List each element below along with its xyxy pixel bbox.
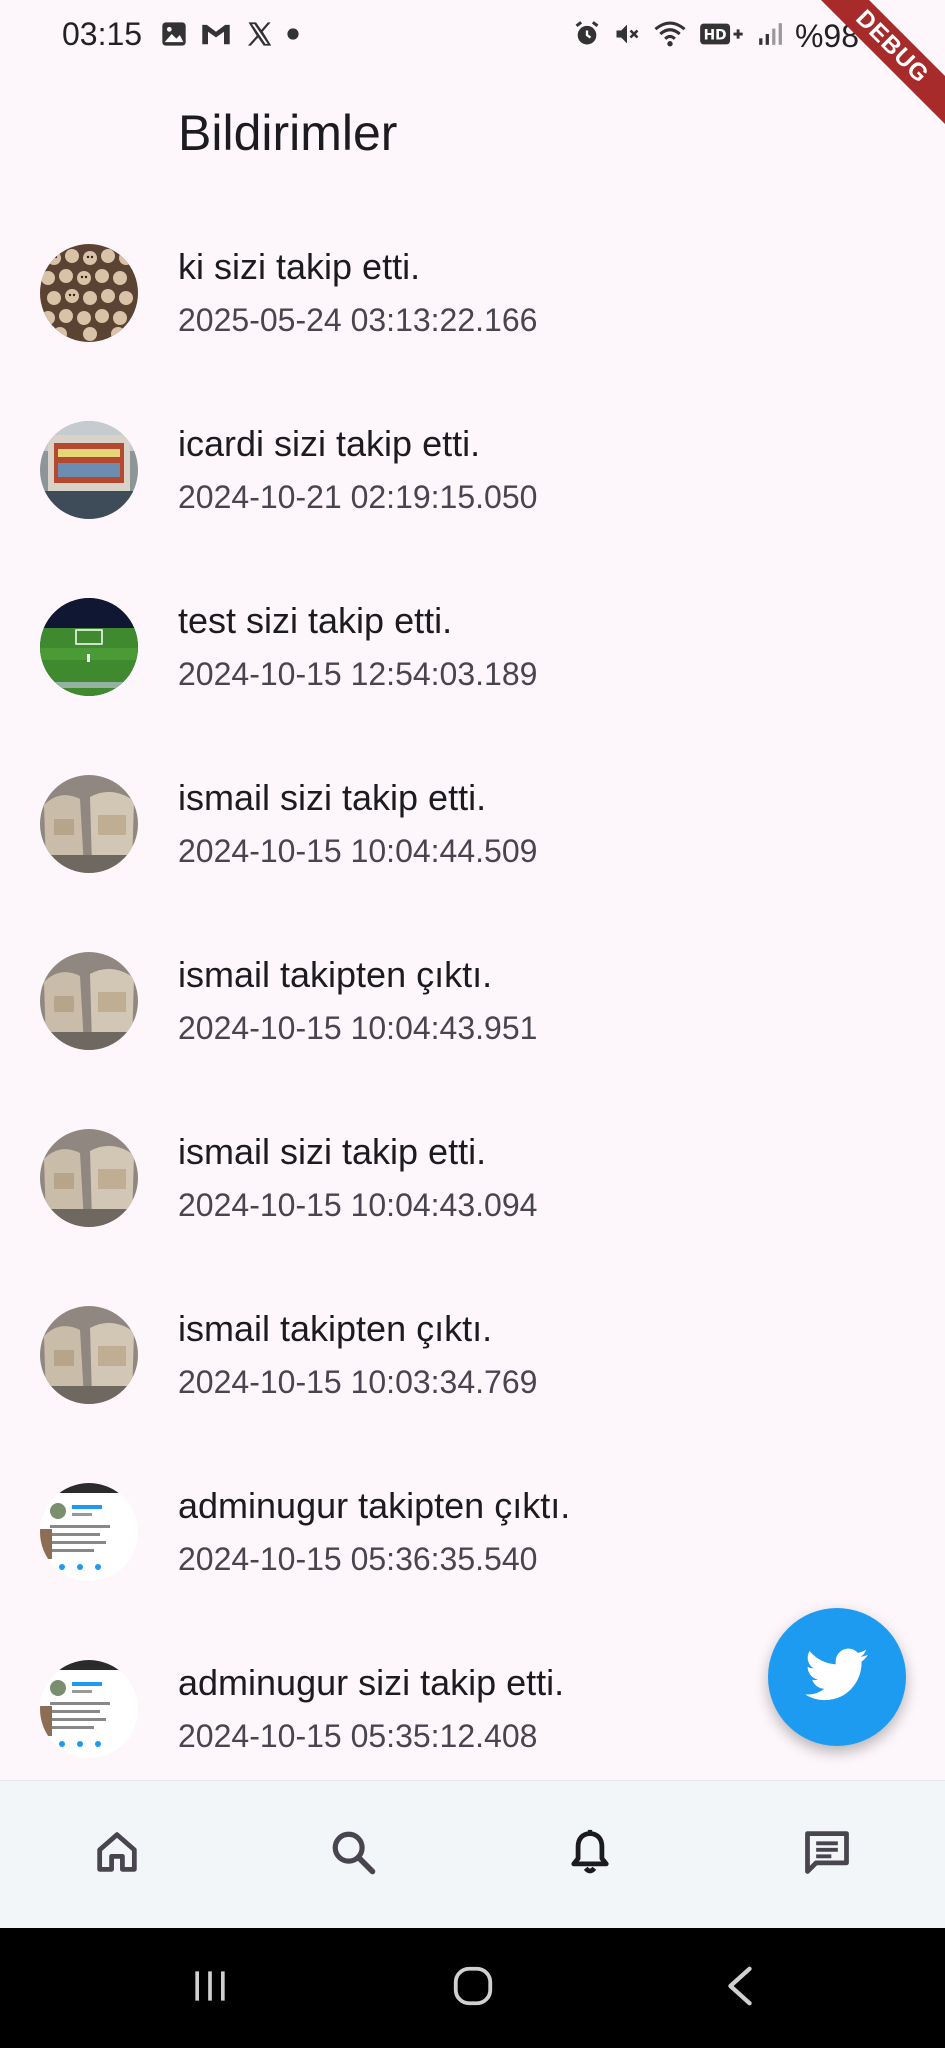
recents-button[interactable] <box>180 1958 240 2018</box>
avatar[interactable] <box>40 598 138 696</box>
back-button[interactable] <box>710 1958 770 2018</box>
notification-item[interactable]: ismail sizi takip etti. 2024-10-15 10:04… <box>0 1101 945 1278</box>
system-navigation <box>0 1928 945 2048</box>
notification-title: adminugur sizi takip etti. <box>178 1662 565 1703</box>
notification-timestamp: 2024-10-15 10:04:44.509 <box>178 833 538 869</box>
nav-home[interactable] <box>82 1819 152 1889</box>
status-right-icons: HD %98 <box>573 18 889 55</box>
notification-timestamp: 2024-10-15 10:03:34.769 <box>178 1364 538 1400</box>
notification-item[interactable]: ismail sizi takip etti. 2024-10-15 10:04… <box>0 747 945 924</box>
notification-title: ismail sizi takip etti. <box>178 777 487 818</box>
notifications-screen: 03:15 HD %98 DEBUG Bildirimler ki sizi t… <box>0 0 945 2048</box>
image-icon <box>160 20 188 53</box>
notification-list[interactable]: ki sizi takip etti. 2025-05-24 03:13:22.… <box>0 216 945 1780</box>
notification-item[interactable]: ismail takipten çıktı. 2024-10-15 10:03:… <box>0 1278 945 1455</box>
status-left-icons <box>160 20 300 53</box>
signal-icon <box>757 20 783 53</box>
search-icon <box>327 1826 379 1883</box>
battery-icon <box>871 19 889 54</box>
notification-title: ismail takipten çıktı. <box>178 1308 493 1349</box>
notification-item[interactable]: adminugur takipten çıktı. 2024-10-15 05:… <box>0 1455 945 1632</box>
notification-timestamp: 2024-10-15 05:35:12.408 <box>178 1718 538 1754</box>
back-icon <box>720 1963 760 2014</box>
notification-title: icardi sizi takip etti. <box>178 423 481 464</box>
notification-timestamp: 2025-05-24 03:13:22.166 <box>178 302 538 338</box>
x-icon <box>244 20 274 53</box>
avatar[interactable] <box>40 1483 138 1581</box>
nav-notifications[interactable] <box>555 1819 625 1889</box>
avatar[interactable] <box>40 775 138 873</box>
notification-title: test sizi takip etti. <box>178 600 453 641</box>
compose-fab[interactable] <box>768 1608 906 1746</box>
avatar[interactable] <box>40 421 138 519</box>
mute-icon <box>613 20 641 53</box>
status-bar: 03:15 HD %98 <box>0 0 945 74</box>
svg-text:HD: HD <box>704 28 727 44</box>
bottom-navigation <box>0 1780 945 1929</box>
nav-search[interactable] <box>318 1819 388 1889</box>
notification-item[interactable]: ki sizi takip etti. 2025-05-24 03:13:22.… <box>0 216 945 393</box>
battery-level: %98 <box>794 18 859 54</box>
notification-item[interactable]: icardi sizi takip etti. 2024-10-21 02:19… <box>0 393 945 570</box>
notification-title: ki sizi takip etti. <box>178 246 421 287</box>
home-circle-icon <box>450 1963 496 2014</box>
notification-item[interactable]: test sizi takip etti. 2024-10-15 12:54:0… <box>0 570 945 747</box>
home-button[interactable] <box>443 1958 503 2018</box>
notification-title: ismail sizi takip etti. <box>178 1131 487 1172</box>
notification-title: adminugur takipten çıktı. <box>178 1485 571 1526</box>
status-time: 03:15 <box>62 16 143 52</box>
page-title: Bildirimler <box>178 105 398 161</box>
notification-timestamp: 2024-10-15 10:04:43.094 <box>178 1187 538 1223</box>
notification-timestamp: 2024-10-21 02:19:15.050 <box>178 479 538 515</box>
bell-icon <box>564 1826 616 1883</box>
wifi-icon <box>653 19 687 54</box>
nav-messages[interactable] <box>792 1819 862 1889</box>
dot-icon <box>286 27 300 46</box>
avatar[interactable] <box>40 1660 138 1758</box>
notification-timestamp: 2024-10-15 05:36:35.540 <box>178 1541 538 1577</box>
gmail-icon <box>200 20 232 53</box>
home-icon <box>91 1826 143 1883</box>
notification-timestamp: 2024-10-15 12:54:03.189 <box>178 656 538 692</box>
notification-item[interactable]: ismail takipten çıktı. 2024-10-15 10:04:… <box>0 924 945 1101</box>
alarm-icon <box>573 19 601 54</box>
notification-timestamp: 2024-10-15 10:04:43.951 <box>178 1010 538 1046</box>
message-icon <box>801 1826 853 1883</box>
app-bar: Bildirimler <box>0 74 945 194</box>
recents-icon <box>188 1964 232 2013</box>
avatar[interactable] <box>40 1306 138 1404</box>
avatar[interactable] <box>40 1129 138 1227</box>
avatar[interactable] <box>40 952 138 1050</box>
avatar[interactable] <box>40 244 138 342</box>
bird-icon <box>805 1648 869 1707</box>
hd-icon: HD <box>699 20 745 53</box>
notification-title: ismail takipten çıktı. <box>178 954 493 995</box>
